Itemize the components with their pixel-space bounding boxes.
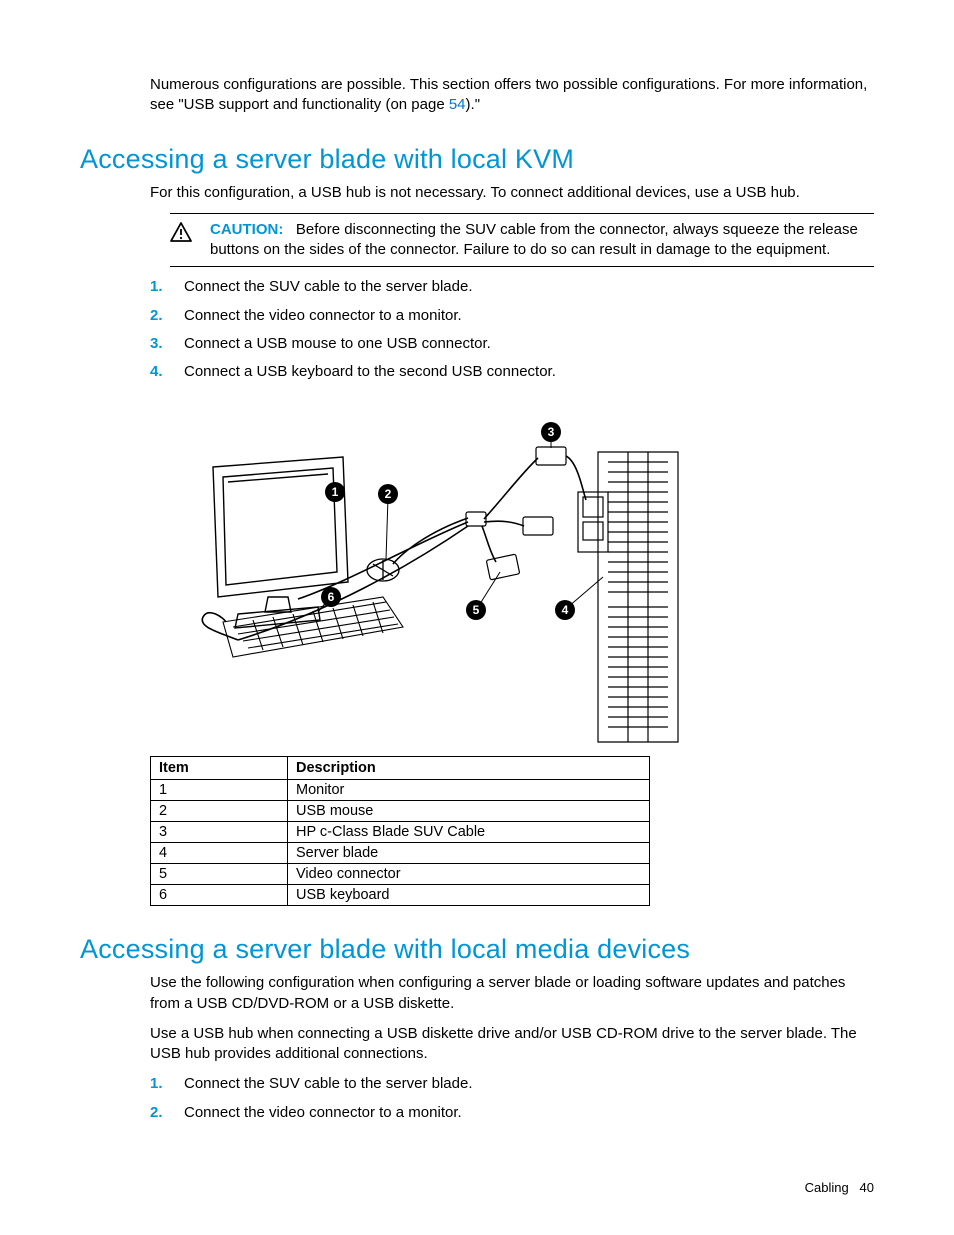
caution-text: CAUTION: Before disconnecting the SUV ca…	[210, 220, 870, 261]
intro-text-after: )."	[466, 96, 481, 113]
caution-icon	[170, 222, 192, 247]
callout-6: 6	[328, 590, 335, 604]
kvm-lead-text: For this configuration, a USB hub is not…	[80, 183, 874, 203]
media-steps-list: Connect the SUV cable to the server blad…	[80, 1074, 874, 1123]
table-row: 2USB mouse	[151, 801, 650, 822]
table-row: 5Video connector	[151, 864, 650, 885]
media-step: Connect the SUV cable to the server blad…	[150, 1074, 874, 1094]
kvm-item-table: Item Description 1Monitor 2USB mouse 3HP…	[150, 756, 650, 906]
heading-local-kvm: Accessing a server blade with local KVM	[80, 144, 874, 175]
callout-5: 5	[473, 603, 480, 617]
footer-page-number: 40	[860, 1180, 874, 1195]
kvm-step: Connect the video connector to a monitor…	[150, 306, 874, 326]
kvm-diagram: 1 2 3 4 5 6	[168, 392, 874, 752]
table-row: 6USB keyboard	[151, 885, 650, 906]
caution-label: CAUTION:	[210, 221, 283, 238]
table-row: 1Monitor	[151, 780, 650, 801]
caution-body: Before disconnecting the SUV cable from …	[210, 221, 858, 258]
table-row: 3HP c-Class Blade SUV Cable	[151, 822, 650, 843]
heading-local-media: Accessing a server blade with local medi…	[80, 934, 874, 965]
kvm-steps-list: Connect the SUV cable to the server blad…	[80, 277, 874, 382]
kvm-step: Connect the SUV cable to the server blad…	[150, 277, 874, 297]
callout-4: 4	[562, 603, 569, 617]
media-step: Connect the video connector to a monitor…	[150, 1103, 874, 1123]
table-header-description: Description	[288, 757, 650, 780]
kvm-step: Connect a USB keyboard to the second USB…	[150, 362, 874, 382]
caution-box: CAUTION: Before disconnecting the SUV ca…	[170, 213, 874, 268]
table-header-item: Item	[151, 757, 288, 780]
page-link-54[interactable]: 54	[449, 96, 466, 113]
footer-section: Cabling	[805, 1180, 849, 1195]
media-para-1: Use the following configuration when con…	[80, 973, 874, 1014]
intro-paragraph: Numerous configurations are possible. Th…	[80, 75, 874, 116]
callout-1: 1	[332, 485, 339, 499]
table-row: 4Server blade	[151, 843, 650, 864]
intro-text-before: Numerous configurations are possible. Th…	[150, 76, 867, 113]
media-para-2: Use a USB hub when connecting a USB disk…	[80, 1024, 874, 1065]
page-footer: Cabling 40	[805, 1180, 874, 1195]
kvm-step: Connect a USB mouse to one USB connector…	[150, 334, 874, 354]
callout-2: 2	[385, 487, 392, 501]
callout-3: 3	[548, 425, 555, 439]
